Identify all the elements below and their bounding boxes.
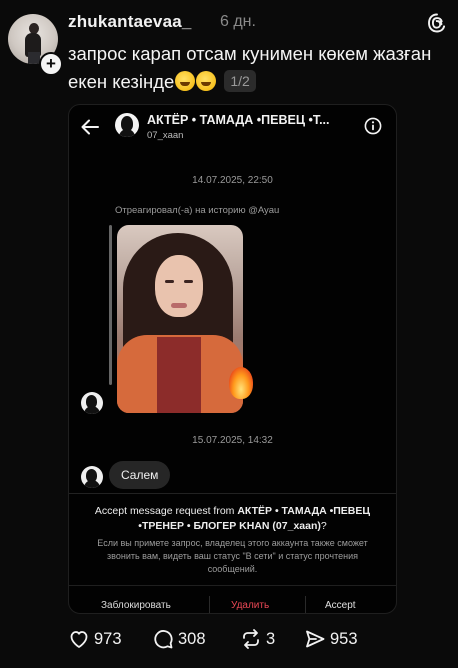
laughing-emoji xyxy=(175,71,196,91)
info-icon[interactable] xyxy=(364,117,382,135)
post-time: 6 дн. xyxy=(220,13,256,30)
like-count: 973 xyxy=(94,630,122,648)
repost-count: 3 xyxy=(266,630,276,648)
sender-avatar[interactable] xyxy=(81,466,103,488)
fire-emoji xyxy=(229,367,253,399)
post-caption: запрос карап отсам кунимен көкем жазған … xyxy=(68,40,440,96)
request-description: Если вы примете запрос, владелец этого а… xyxy=(97,538,368,574)
story-image[interactable] xyxy=(117,225,243,413)
embedded-screenshot[interactable]: АКТЁР • ТАМАДА •ПЕВЕЦ •Т... 07_xaan 14.0… xyxy=(68,104,397,614)
author-avatar[interactable]: + xyxy=(8,14,63,76)
repost-icon xyxy=(243,629,259,649)
chat-handle: 07_xaan xyxy=(147,130,184,141)
request-buttons: Заблокировать Удалить Accept xyxy=(69,585,396,613)
chat-topbar: АКТЁР • ТАМАДА •ПЕВЕЦ •Т... 07_xaan xyxy=(69,105,396,151)
story-reaction-label: Отреагировал(-а) на историю @Ayau xyxy=(115,205,280,216)
follow-plus-icon[interactable]: + xyxy=(39,52,63,76)
block-button[interactable]: Заблокировать xyxy=(101,600,171,611)
request-title-prefix: Accept message request from xyxy=(94,505,238,517)
request-title-suffix: ? xyxy=(320,520,327,532)
back-arrow-icon[interactable] xyxy=(79,116,101,138)
post-header: + zhukantaevaa_ 6 дн. запрос карап отсам… xyxy=(0,0,458,110)
rofl-emoji xyxy=(196,71,217,91)
comment-icon xyxy=(154,630,173,649)
post-actions: 973 308 3 953 xyxy=(0,622,458,656)
sender-avatar[interactable] xyxy=(81,392,103,414)
button-separator xyxy=(209,596,210,613)
threads-icon[interactable] xyxy=(426,12,448,34)
message-bubble[interactable]: Салем xyxy=(109,461,171,489)
accept-button[interactable]: Accept xyxy=(325,600,356,611)
comment-count: 308 xyxy=(178,630,206,648)
username[interactable]: zhukantaevaa_ xyxy=(68,12,192,32)
chat-avatar[interactable] xyxy=(115,113,139,137)
image-counter: 1/2 xyxy=(224,70,256,92)
divider xyxy=(69,493,396,494)
button-separator xyxy=(305,596,306,613)
chat-name[interactable]: АКТЁР • ТАМАДА •ПЕВЕЦ •Т... xyxy=(147,113,357,127)
heart-icon xyxy=(70,631,88,648)
share-icon xyxy=(306,630,325,648)
timestamp: 14.07.2025, 22:50 xyxy=(192,175,273,186)
share-count: 953 xyxy=(330,630,358,648)
delete-button[interactable]: Удалить xyxy=(231,600,269,611)
story-reply-bar xyxy=(109,225,112,385)
timestamp: 15.07.2025, 14:32 xyxy=(192,435,273,446)
request-title: Accept message request from АКТЁР • ТАМА… xyxy=(87,504,378,534)
